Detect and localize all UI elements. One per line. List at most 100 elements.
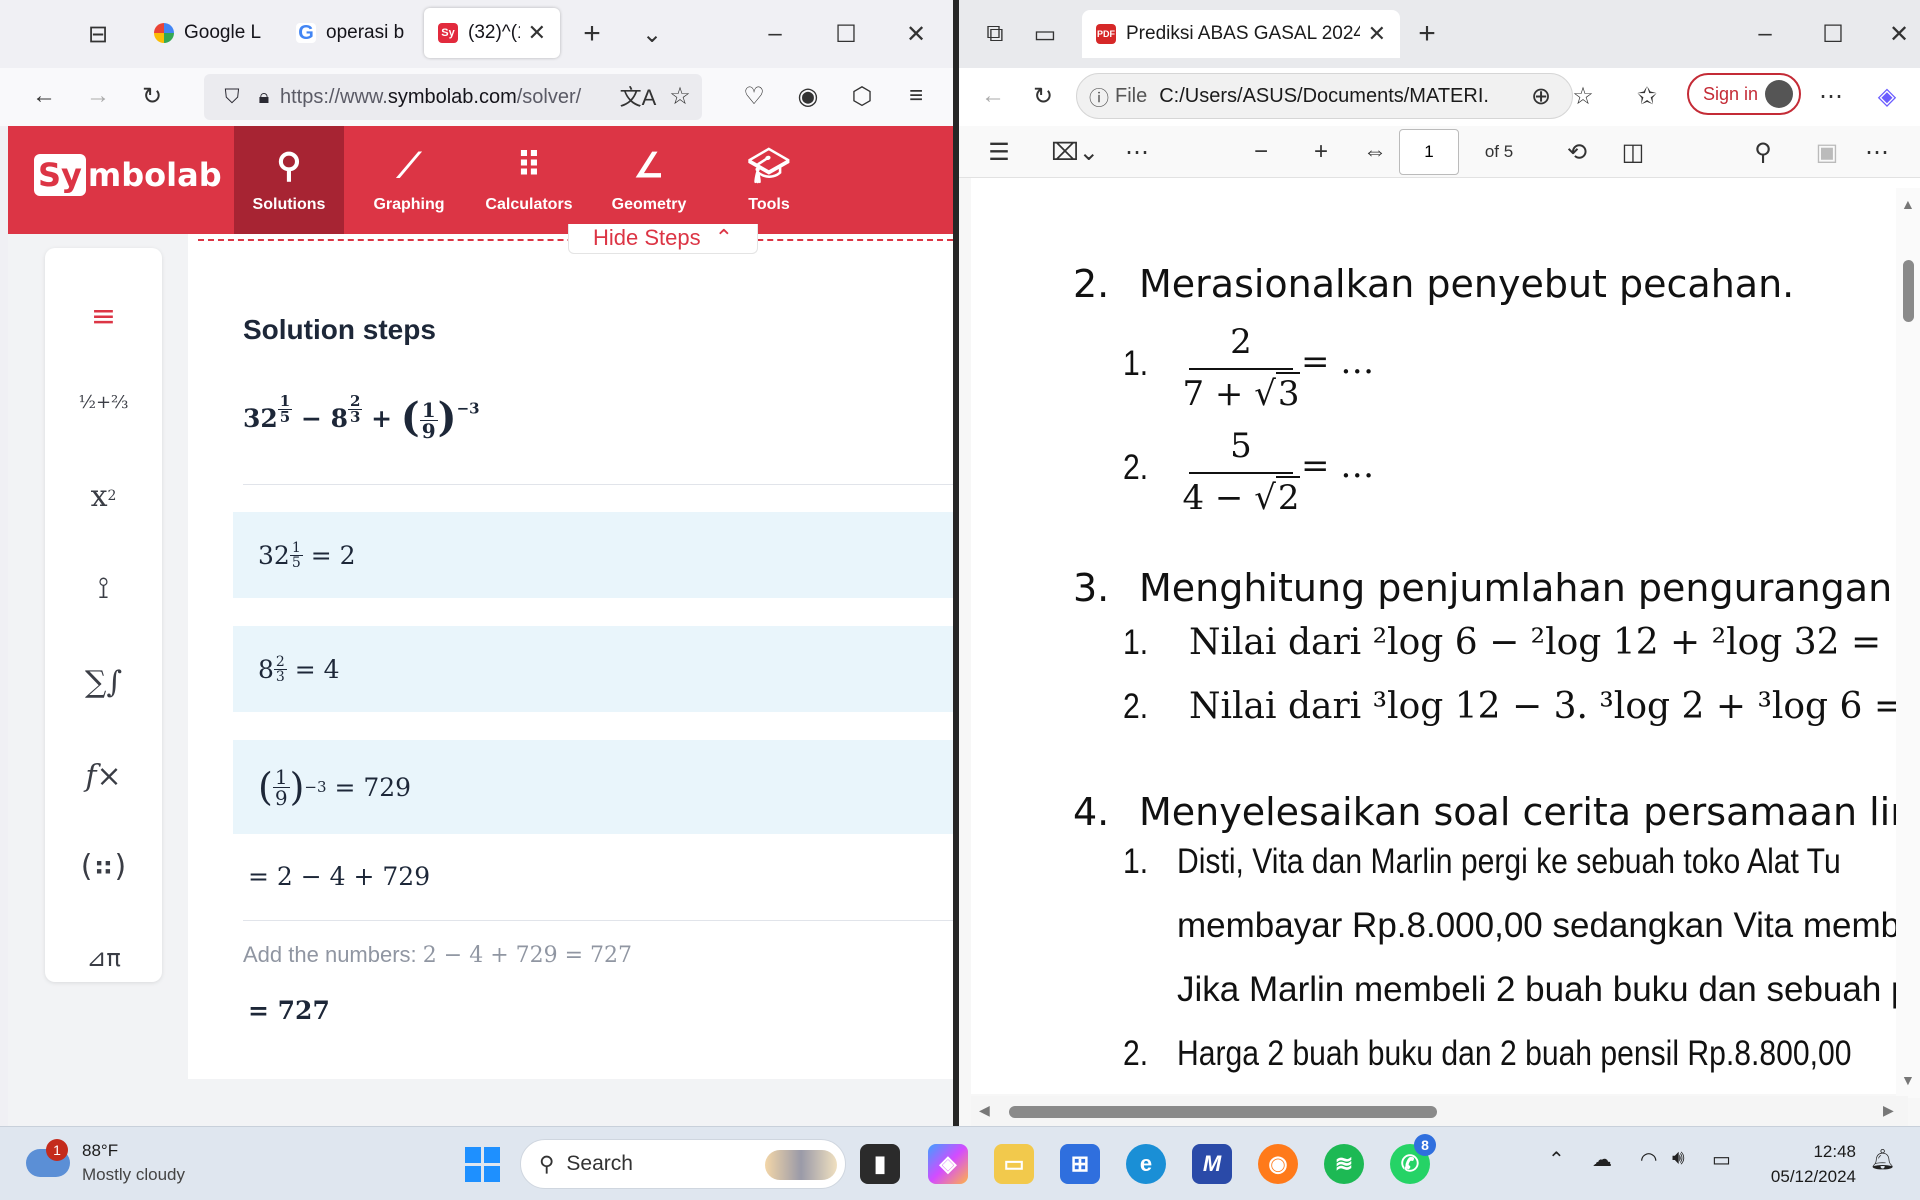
scroll-thumb[interactable] [1009,1106,1437,1118]
file-explorer-icon[interactable]: ▭ [994,1144,1034,1184]
favorites-icon[interactable]: ✩ [1627,76,1667,116]
nav-tools[interactable]: 🎓︎ Tools [714,126,824,234]
spotify-icon[interactable]: ≋ [1324,1144,1364,1184]
tab-google[interactable]: Google L [140,8,270,58]
nav-solutions[interactable]: ⚲ Solutions [234,126,344,234]
vertical-scrollbar[interactable]: ▲ ▼ [1896,188,1920,1098]
maximize-button[interactable]: ☐ [1813,14,1853,54]
forward-arrow-icon[interactable]: → [78,76,118,116]
zoom-icon[interactable]: ⊕ [1521,76,1561,116]
sum-integral-icon[interactable]: ∑∫ [45,652,162,712]
notification-bell-icon[interactable]: 🔔︎ [1870,1147,1895,1172]
extensions-icon[interactable]: ⬡ [842,76,882,116]
trigonometry-icon[interactable]: ⊿π [45,928,162,988]
whatsapp-icon[interactable]: ✆ 8 [1390,1134,1436,1184]
microsoft-store-icon[interactable]: ⊞ [1060,1144,1100,1184]
more-tools-icon[interactable]: ⋯ [1117,126,1157,178]
back-arrow-icon[interactable]: ← [973,76,1013,116]
scroll-thumb[interactable] [1903,260,1914,322]
copilot-icon[interactable]: ◈ [1867,76,1907,116]
firefox-icon[interactable]: ◉ [1258,1144,1298,1184]
workspaces-icon[interactable]: ⧉ [975,14,1015,54]
pocket-icon[interactable]: ♡ [734,76,774,116]
sign-in-label: Sign in [1703,83,1759,104]
tab-pdf[interactable]: PDF Prediksi ABAS GASAL 2024 PULAN ✕ [1082,10,1400,58]
account-icon[interactable]: ◉ [788,76,828,116]
url-text: C:/Users/ASUS/Documents/MATERI... [1159,84,1490,107]
contents-icon[interactable]: ☰ [979,126,1019,178]
rotate-icon[interactable]: ⟲ [1557,126,1597,178]
back-arrow-icon[interactable]: ← [24,76,64,116]
step-row[interactable]: (1 9) −3 = 729 [233,740,953,834]
new-tab-button[interactable]: + [1407,14,1447,54]
translate-icon[interactable]: 文A [618,76,658,116]
sum-expression: = 2 − 4 + 729 [248,862,431,891]
tab-symbolab[interactable]: Sy (32)^(1 ✕ [424,8,560,58]
reload-icon[interactable]: ↻ [1023,76,1063,116]
step-row[interactable]: 32 1 5 = 2 [233,512,953,598]
step-row[interactable]: 823 = 4 [233,626,953,712]
reload-icon[interactable]: ↻ [132,76,172,116]
hide-steps-button[interactable]: Hide Steps ⌃ [568,224,758,254]
taskbar-search[interactable]: ⚲ Search [520,1139,846,1189]
zoom-in-icon[interactable]: + [1301,126,1341,178]
save-icon[interactable]: ▣ [1807,126,1847,178]
minimize-button[interactable]: – [1745,14,1785,54]
function-graph-icon[interactable]: ⟟ [45,558,162,618]
address-bar[interactable]: ⓘ File C:/Users/ASUS/Documents/MATERI... [1076,73,1573,119]
file-chip[interactable]: ⓘ File [1089,82,1147,111]
bookmark-star-icon[interactable]: ☆ [660,76,700,116]
weather-widget[interactable]: 1 88°F Mostly cloudy [26,1139,185,1187]
scroll-left-icon[interactable]: ◀ [979,1102,990,1119]
close-window-button[interactable]: ✕ [1879,14,1919,54]
nav-graphing[interactable]: ⟋ Graphing [354,126,464,234]
close-tab-icon[interactable]: ✕ [1368,21,1386,47]
scroll-up-icon[interactable]: ▲ [1901,196,1915,212]
volume-icon[interactable]: 🔊︎ [1672,1147,1685,1170]
copilot-icon[interactable]: ◈ [928,1144,968,1184]
onedrive-icon[interactable]: ☁ [1592,1147,1612,1172]
story-line: membayar Rp.8.000,00 sedangkan Vita memb… [1177,906,1920,946]
menu-icon[interactable]: ≡ [896,76,936,116]
sign-in-button[interactable]: Sign in [1687,73,1801,115]
app-icon[interactable]: M [1192,1144,1232,1184]
zoom-out-icon[interactable]: − [1241,126,1281,178]
scroll-right-icon[interactable]: ▶ [1883,1102,1894,1119]
maximize-button[interactable]: ☐ [826,14,866,54]
clock[interactable]: 12:48 05/12/2024 [1760,1139,1856,1189]
show-hidden-icons-icon[interactable]: ⌃ [1548,1147,1565,1172]
hamburger-menu-icon[interactable]: ≡ [45,286,162,346]
scroll-down-icon[interactable]: ▼ [1901,1072,1915,1088]
tab-operasi[interactable]: G operasi b [282,8,412,58]
more-icon[interactable]: ⋯ [1857,126,1897,178]
page-number-input[interactable]: 1 [1399,129,1459,175]
wifi-icon[interactable]: ◠ [1640,1147,1657,1172]
favorite-star-icon[interactable]: ☆ [1563,76,1603,116]
windows-start-icon[interactable] [462,1144,502,1184]
page-view-icon[interactable]: ◫ [1613,126,1653,178]
horizontal-scrollbar[interactable]: ◀ ▶ [971,1096,1908,1126]
chevron-down-icon[interactable]: ⌄ [632,14,672,54]
tab-actions-icon[interactable]: ▭ [1025,14,1065,54]
edge-icon[interactable]: e [1126,1144,1166,1184]
shield-icon[interactable]: ⛉ [216,86,248,109]
exponent-icon[interactable]: x2 [45,466,162,526]
minimize-button[interactable]: – [755,14,795,54]
task-view-icon[interactable]: ▮ [860,1144,900,1184]
item-number: 1. [1123,344,1149,383]
nav-calculators[interactable]: ⠿ Calculators [474,126,584,234]
battery-icon[interactable]: ▭ [1712,1147,1731,1172]
close-window-button[interactable]: ✕ [896,14,936,54]
new-tab-button[interactable]: + [572,14,612,54]
nav-geometry[interactable]: ∠ Geometry [594,126,704,234]
symbolab-logo[interactable]: Sy mbolab [34,154,222,196]
tab-list-icon[interactable]: ⊟ [78,14,118,54]
fit-width-icon[interactable]: ⇔ [1355,126,1395,178]
highlight-icon[interactable]: ⌧⌄ [1045,126,1105,178]
matrix-icon[interactable]: (⠶) [45,836,162,896]
fx-icon[interactable]: f× [45,746,162,806]
search-icon[interactable]: ⚲ [1743,126,1783,178]
close-tab-icon[interactable]: ✕ [528,20,546,46]
more-icon[interactable]: ⋯ [1811,76,1851,116]
fractions-icon[interactable]: ½+⅔ [45,372,162,432]
